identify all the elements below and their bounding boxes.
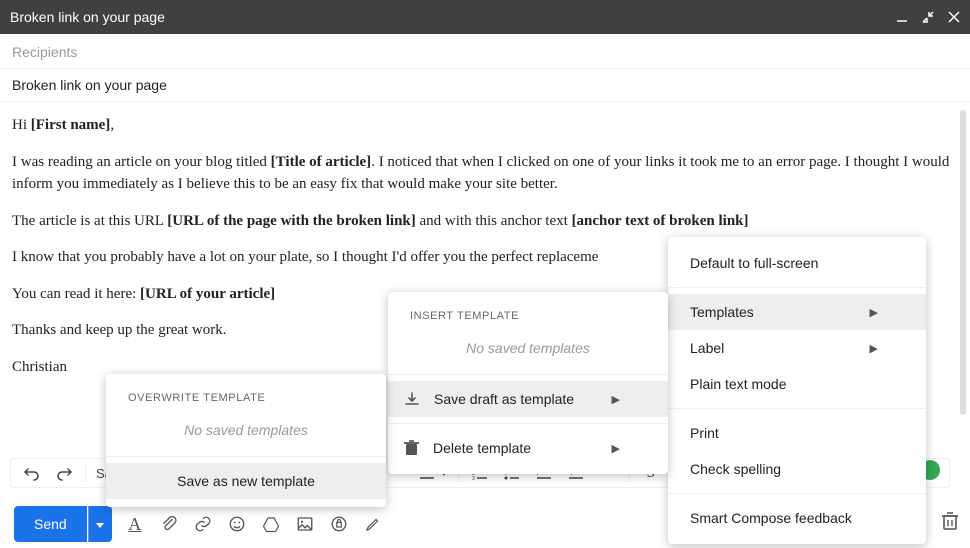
- body-greeting: Hi [First name],: [12, 114, 958, 137]
- window-titlebar: Broken link on your page: [0, 0, 970, 34]
- insert-template-header: INSERT TEMPLATE: [388, 300, 668, 332]
- save-template-submenu: OVERWRITE TEMPLATE No saved templates Sa…: [106, 374, 386, 507]
- submenu-arrow-icon: ▶: [612, 442, 620, 455]
- body-p2: The article is at this URL [URL of the p…: [12, 210, 958, 233]
- download-icon: [404, 391, 420, 407]
- window-controls: [896, 11, 960, 23]
- menu-print[interactable]: Print: [668, 415, 926, 451]
- no-saved-templates-text: No saved templates: [106, 414, 386, 450]
- discard-draft-button[interactable]: [942, 512, 960, 530]
- pen-icon[interactable]: [362, 513, 384, 535]
- no-saved-templates-text: No saved templates: [388, 332, 668, 368]
- menu-delete-template[interactable]: Delete template ▶: [388, 430, 668, 466]
- minimize-icon[interactable]: [896, 11, 908, 23]
- menu-default-fullscreen[interactable]: Default to full-screen: [668, 245, 926, 281]
- menu-templates[interactable]: Templates ▶: [668, 294, 926, 330]
- body-scrollbar[interactable]: [960, 110, 966, 415]
- send-more-button[interactable]: [88, 506, 112, 542]
- menu-divider: [668, 408, 926, 409]
- menu-divider: [388, 423, 668, 424]
- link-icon[interactable]: [192, 513, 214, 535]
- trash-icon: [404, 440, 419, 456]
- menu-plaintext[interactable]: Plain text mode: [668, 366, 926, 402]
- templates-submenu: INSERT TEMPLATE No saved templates Save …: [388, 292, 668, 474]
- menu-divider: [388, 374, 668, 375]
- confidential-icon[interactable]: [328, 513, 350, 535]
- subject-field[interactable]: Broken link on your page: [0, 68, 970, 102]
- drive-icon[interactable]: [260, 513, 282, 535]
- send-button[interactable]: Send: [14, 506, 87, 542]
- close-icon[interactable]: [948, 11, 960, 23]
- compose-right-controls: [923, 512, 960, 530]
- undo-button[interactable]: [21, 462, 43, 484]
- redo-button[interactable]: [53, 462, 75, 484]
- scrollbar-thumb[interactable]: [960, 110, 966, 415]
- image-icon[interactable]: [294, 513, 316, 535]
- window-title: Broken link on your page: [10, 9, 165, 25]
- toolbar-separator: [85, 464, 86, 482]
- menu-divider: [668, 287, 926, 288]
- menu-divider: [106, 456, 386, 457]
- svg-text:3: 3: [472, 476, 475, 480]
- menu-spelling[interactable]: Check spelling: [668, 451, 926, 487]
- menu-save-as-new-template[interactable]: Save as new template: [106, 463, 386, 499]
- menu-save-draft-template[interactable]: Save draft as template ▶: [388, 381, 668, 417]
- menu-label[interactable]: Label ▶: [668, 330, 926, 366]
- recipients-field[interactable]: Recipients: [0, 34, 970, 68]
- submenu-arrow-icon: ▶: [870, 342, 878, 355]
- submenu-arrow-icon: ▶: [870, 306, 878, 319]
- overwrite-template-header: OVERWRITE TEMPLATE: [106, 382, 386, 414]
- attach-icon[interactable]: [158, 513, 180, 535]
- submenu-arrow-icon: ▶: [612, 393, 620, 406]
- menu-divider: [668, 493, 926, 494]
- body-p1: I was reading an article on your blog ti…: [12, 151, 958, 196]
- emoji-icon[interactable]: [226, 513, 248, 535]
- text-format-button[interactable]: A: [124, 513, 146, 535]
- send-row: Send A: [14, 506, 384, 542]
- shrink-icon[interactable]: [922, 11, 934, 23]
- more-options-menu: Default to full-screen Templates ▶ Label…: [668, 237, 926, 544]
- menu-smart-compose[interactable]: Smart Compose feedback: [668, 500, 926, 536]
